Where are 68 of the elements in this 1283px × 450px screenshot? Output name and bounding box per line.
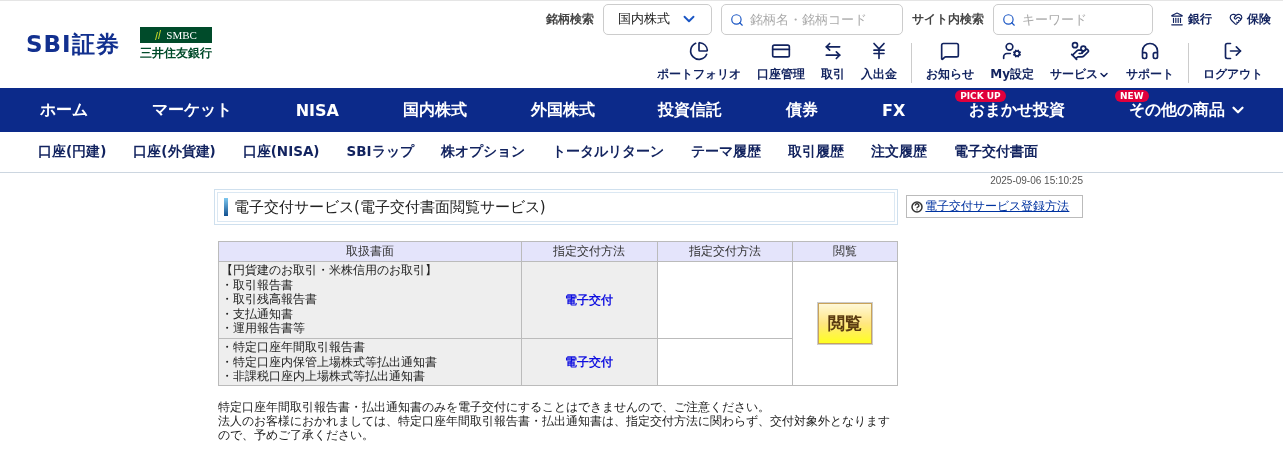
heart-hands-icon [1229,12,1243,26]
subnav-link[interactable]: 口座(NISA) [242,143,320,161]
subnav-link[interactable]: トータルリターン [551,143,664,161]
nav-link[interactable]: 債券 [786,99,819,121]
site-search-label: サイト内検索 [912,10,984,28]
subnav-link[interactable]: 取引履歴 [787,143,844,161]
subnav-link[interactable]: 口座(外貨建) [133,143,216,161]
subnav-link[interactable]: 口座(円建) [38,143,107,161]
hand-coins-icon [1070,41,1090,61]
smbc-logo: SMBC [139,27,212,43]
speech-bubble-icon [940,41,961,61]
subnav-link[interactable]: 電子交付書面 [953,143,1038,161]
column-header: 指定交付方法 [521,241,657,262]
toolbar-link[interactable]: ポートフォリオ [649,41,750,83]
timestamp: 2025-09-06 15:10:25 [989,175,1083,188]
subnav-link[interactable]: テーマ履歴 [690,143,761,161]
nav-badge: NEW [1114,89,1149,102]
site-search-field[interactable]: キーワード [993,3,1153,35]
nav-badge: PICK UP [955,89,1006,102]
title-accent-bar [224,198,228,216]
toolbar-link[interactable]: お知らせ [918,41,983,83]
note-text: 法人のお客様におかれましては、特定口座年間取引報告書・払出通知書は、指定交付方法に関わらず、交付対象外となりますので、予めご了承ください。 [218,414,891,442]
help-icon [911,200,924,213]
page-title: 電子交付サービス(電子交付書面閲覧サービス) [234,197,546,217]
help-link[interactable]: 電子交付サービス登録方法 [925,198,1070,215]
stock-search-field[interactable]: 銘柄名・銘柄コード [721,3,903,35]
market-select[interactable]: 国内株式 [603,3,712,35]
stock-search-label: 銘柄検索 [546,10,594,28]
nav-link[interactable]: マーケット [151,99,232,121]
toolbar-link[interactable]: 取引 [813,41,854,83]
table-cell: 【円貨建のお取引・米株信用のお取引】 ・取引報告書 ・取引残高報告書 ・支払通知書 ・運用報告書等 [218,261,522,339]
logout-icon [1223,41,1243,61]
toolbar-link[interactable]: 口座管理 [749,41,814,83]
nav-link[interactable]: NISA [295,100,339,120]
top-link[interactable]: 銀行 [1170,10,1212,28]
column-header: 指定交付方法 [657,241,793,262]
column-header: 閲覧 [792,241,898,262]
subnav-link[interactable]: 注文履歴 [870,143,927,161]
toolbar-link[interactable]: サービス [1042,41,1118,83]
toolbar-link[interactable]: ログアウト [1195,41,1271,83]
nav-link[interactable]: FX [882,100,906,120]
nav-link[interactable]: 外国株式 [530,99,595,121]
search-icon [730,12,744,27]
toolbar-link[interactable]: My設定 [982,41,1042,83]
toolbar-link[interactable]: 入出金 [853,41,906,83]
top-link[interactable]: 保険 [1229,10,1271,28]
table-cell: 電子交付 [521,338,657,386]
headset-icon [1140,41,1160,61]
search-icon [1002,12,1016,27]
table-cell: ・特定口座年間取引報告書 ・特定口座内保管上場株式等払出通知書 ・非課税口座内上場株式等払出通知書 [218,338,522,386]
column-header: 取扱書面 [218,241,522,262]
nav-link[interactable]: おまかせ投資 [969,99,1066,121]
sbi-logo[interactable]: SBI証券 [26,29,120,60]
user-gear-icon [1002,41,1023,61]
pie-chart-icon [689,41,710,61]
nav-link[interactable]: その他の商品 [1128,99,1247,121]
card-icon [771,41,792,61]
view-button[interactable]: 閲覧 [818,303,873,344]
subnav-link[interactable]: 株オプション [440,143,525,161]
nav-link[interactable]: 投資信託 [658,99,723,121]
bank-icon [1170,12,1184,26]
toolbar-link[interactable]: サポート [1118,41,1182,83]
bank-name: 三井住友銀行 [139,45,212,62]
nav-link[interactable]: 国内株式 [402,99,467,121]
note-text: 特定口座年間取引報告書・払出通知書のみを電子交付にすることはできませんので、ご注意ください。 [218,400,771,414]
nav-link[interactable]: ホーム [40,99,88,121]
table-cell: 電子交付 [521,261,657,339]
subnav-link[interactable]: SBIラップ [346,143,414,161]
